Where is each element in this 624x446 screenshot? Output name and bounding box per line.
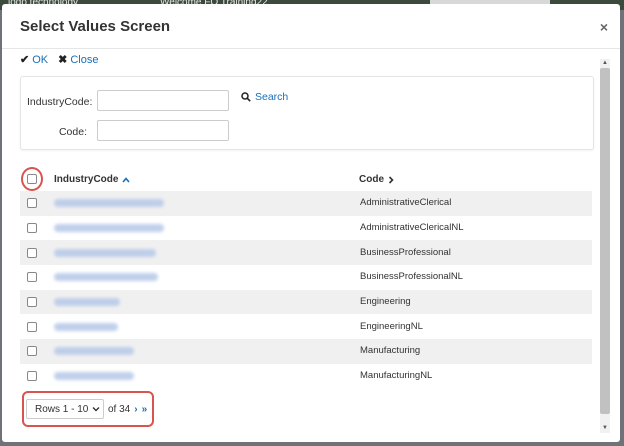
redacted-industry-code [54, 199, 164, 208]
table-row[interactable]: BusinessProfessional [20, 240, 592, 266]
row-checkbox[interactable] [27, 223, 37, 234]
results-grid: IndustryCode Code AdministrativeClerical… [20, 167, 592, 389]
row-checkbox[interactable] [27, 346, 37, 357]
grid-header: IndustryCode Code [20, 167, 592, 191]
row-checkbox[interactable] [27, 198, 37, 209]
code-cell: BusinessProfessional [360, 246, 451, 258]
table-row[interactable]: EngineeringNL [20, 314, 592, 339]
chevron-down-icon [92, 407, 100, 412]
table-row[interactable]: AdministrativeClericalNL [20, 216, 592, 241]
select-all-highlight [21, 167, 43, 191]
row-checkbox[interactable] [27, 272, 37, 283]
industry-code-input[interactable] [97, 90, 229, 111]
ok-label: OK [32, 53, 49, 66]
column-header-code[interactable]: Code [359, 174, 394, 185]
redacted-industry-code [54, 248, 156, 257]
redacted-industry-code [54, 322, 118, 331]
row-checkbox[interactable] [27, 297, 37, 308]
code-cell: EngineeringNL [360, 320, 423, 332]
code-cell: BusinessProfessionalNL [360, 271, 463, 283]
row-checkbox[interactable] [27, 247, 37, 258]
modal-close-icon[interactable]: × [600, 19, 608, 35]
close-button[interactable]: ✖ Close [58, 53, 99, 67]
code-cell: Engineering [360, 296, 411, 308]
filter-panel: IndustryCode: Code: Search [20, 76, 594, 150]
table-row[interactable]: ManufacturingNL [20, 364, 592, 389]
table-row[interactable]: BusinessProfessionalNL [20, 265, 592, 290]
code-cell: Manufacturing [360, 345, 421, 357]
last-page-icon[interactable]: » [142, 404, 148, 415]
column-header-industrycode[interactable]: IndustryCode [54, 174, 131, 185]
code-cell: AdministrativeClericalNL [360, 222, 464, 234]
column-label: Code [359, 174, 384, 185]
redacted-industry-code [54, 347, 134, 356]
rows-select-value: Rows 1 - 10 [35, 403, 89, 415]
redacted-industry-code [54, 224, 164, 233]
modal-title: Select Values Screen [20, 18, 171, 35]
redacted-industry-code [54, 372, 134, 381]
scrollbar-thumb[interactable] [600, 68, 610, 414]
rows-per-page-select[interactable]: Rows 1 - 10 [26, 399, 104, 419]
chevron-right-icon [388, 175, 394, 184]
row-checkbox[interactable] [27, 321, 37, 332]
toolbar: ✔ OK ✖ Close [20, 53, 99, 67]
ok-button[interactable]: ✔ OK [20, 53, 49, 67]
close-label: Close [70, 53, 99, 66]
column-label: IndustryCode [54, 174, 119, 185]
code-cell: ManufacturingNL [360, 370, 433, 382]
row-checkbox[interactable] [27, 371, 37, 382]
table-row[interactable]: Manufacturing [20, 339, 592, 364]
close-x-icon: ✖ [58, 54, 68, 66]
industry-code-label: IndustryCode: [27, 96, 93, 108]
code-label: Code: [58, 126, 87, 138]
scroll-up-arrow[interactable]: ▲ [600, 59, 610, 68]
redacted-industry-code [54, 298, 120, 307]
select-values-modal: Select Values Screen × ✔ OK ✖ Close Indu… [2, 4, 620, 442]
sort-ascending-icon [122, 176, 131, 183]
search-label: Search [255, 91, 289, 103]
search-button[interactable]: Search [241, 91, 288, 103]
search-icon [241, 92, 251, 102]
table-row[interactable]: AdministrativeClerical [20, 191, 592, 216]
checkmark-icon: ✔ [20, 54, 30, 66]
code-cell: AdministrativeClerical [360, 197, 452, 209]
next-page-icon[interactable]: › [134, 404, 137, 415]
scroll-down-arrow[interactable]: ▼ [600, 424, 610, 433]
modal-header: Select Values Screen × [2, 4, 620, 49]
total-count: of 34 [108, 403, 131, 415]
table-row[interactable]: Engineering [20, 289, 592, 315]
pager: Rows 1 - 10 of 34 › » [26, 399, 147, 419]
code-input[interactable] [97, 120, 229, 141]
redacted-industry-code [54, 273, 158, 282]
